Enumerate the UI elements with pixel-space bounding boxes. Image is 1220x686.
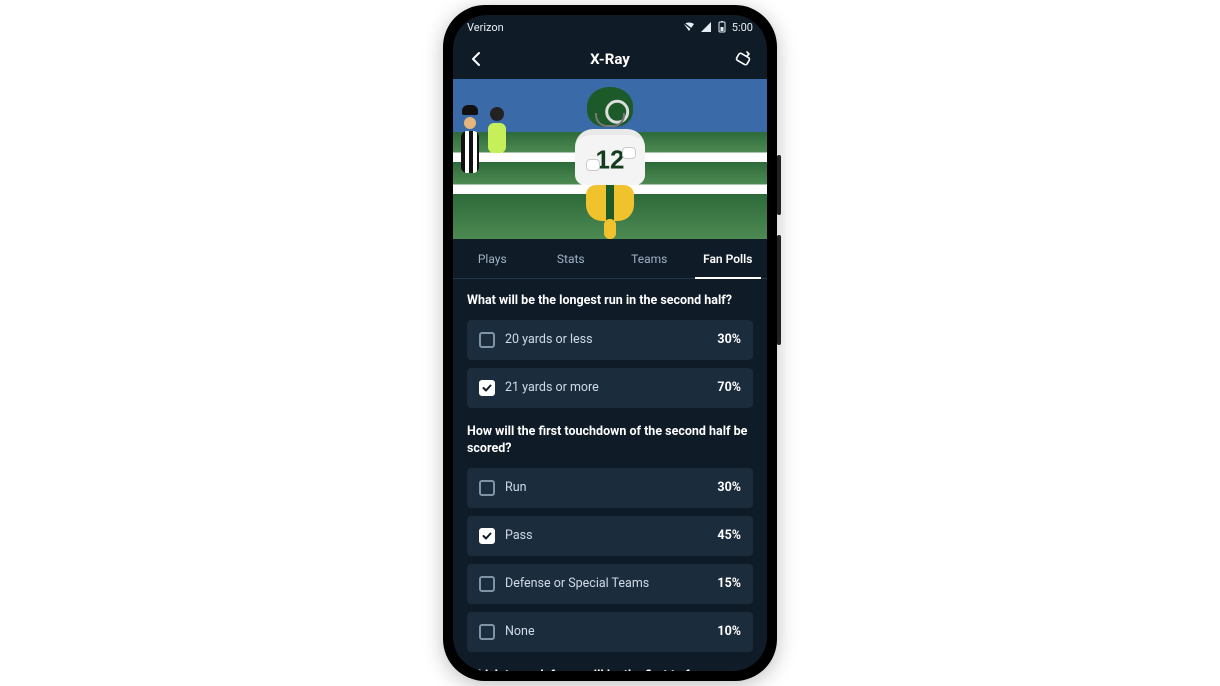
poll-option-label: Run: [505, 480, 527, 495]
checkbox-checked-icon[interactable]: [479, 528, 495, 544]
screen: Verizon 5:00 X-Ray: [453, 15, 767, 671]
tab-teams[interactable]: Teams: [610, 239, 689, 278]
poll-option[interactable]: 20 yards or less 30%: [467, 320, 753, 360]
poll-option-percent: 70%: [717, 380, 741, 395]
clock-label: 5:00: [732, 21, 753, 34]
video-hero[interactable]: 12: [453, 79, 767, 239]
tab-label: Stats: [557, 252, 585, 266]
tab-plays[interactable]: Plays: [453, 239, 532, 278]
carrier-label: Verizon: [467, 21, 504, 34]
tab-label: Teams: [631, 252, 667, 266]
poll-option[interactable]: Defense or Special Teams 15%: [467, 564, 753, 604]
back-button[interactable]: [465, 47, 489, 71]
rotate-icon: [734, 50, 752, 68]
poll-option-percent: 30%: [717, 332, 741, 347]
status-bar: Verizon 5:00: [453, 15, 767, 39]
referee-figure: [459, 105, 481, 185]
poll-group: Which team defense will be the first to …: [467, 668, 753, 671]
tab-stats[interactable]: Stats: [532, 239, 611, 278]
poll-option-percent: 30%: [717, 480, 741, 495]
poll-question: Which team defense will be the first to …: [467, 668, 753, 671]
bystander-figure: [487, 107, 507, 157]
checkbox-icon[interactable]: [479, 332, 495, 348]
poll-option[interactable]: Run 30%: [467, 468, 753, 508]
phone-side-button: [777, 155, 781, 215]
poll-option[interactable]: None 10%: [467, 612, 753, 652]
cell-signal-icon: [700, 22, 712, 32]
poll-option-percent: 10%: [717, 624, 741, 639]
poll-group: What will be the longest run in the seco…: [467, 293, 753, 408]
title-bar: X-Ray: [453, 39, 767, 79]
player-figure: 12: [550, 87, 670, 237]
status-icons: 5:00: [683, 21, 753, 34]
rotate-button[interactable]: [731, 47, 755, 71]
poll-option-percent: 15%: [717, 576, 741, 591]
chevron-left-icon: [469, 51, 485, 67]
poll-option-percent: 45%: [717, 528, 741, 543]
tab-fanpolls[interactable]: Fan Polls: [689, 239, 768, 278]
tab-label: Plays: [478, 252, 507, 266]
poll-question: What will be the longest run in the seco…: [467, 293, 753, 310]
poll-option-label: Pass: [505, 528, 533, 543]
checkbox-icon[interactable]: [479, 624, 495, 640]
stage: Verizon 5:00 X-Ray: [0, 0, 1220, 686]
phone-side-button: [777, 235, 781, 345]
poll-option-label: None: [505, 624, 535, 639]
tab-label: Fan Polls: [703, 252, 752, 266]
wifi-off-icon: [683, 22, 695, 32]
poll-option[interactable]: 21 yards or more 70%: [467, 368, 753, 408]
tab-bar: Plays Stats Teams Fan Polls: [453, 239, 767, 279]
phone-frame: Verizon 5:00 X-Ray: [443, 5, 777, 681]
checkbox-checked-icon[interactable]: [479, 380, 495, 396]
checkbox-icon[interactable]: [479, 480, 495, 496]
page-title: X-Ray: [590, 50, 630, 68]
jersey-number: 12: [596, 145, 625, 176]
poll-option-label: Defense or Special Teams: [505, 576, 649, 591]
poll-option[interactable]: Pass 45%: [467, 516, 753, 556]
poll-option-label: 20 yards or less: [505, 332, 593, 347]
poll-option-label: 21 yards or more: [505, 380, 599, 395]
checkbox-icon[interactable]: [479, 576, 495, 592]
poll-question: How will the first touchdown of the seco…: [467, 424, 753, 458]
fan-polls-content[interactable]: What will be the longest run in the seco…: [453, 279, 767, 671]
battery-icon: [717, 21, 727, 33]
poll-group: How will the first touchdown of the seco…: [467, 424, 753, 652]
